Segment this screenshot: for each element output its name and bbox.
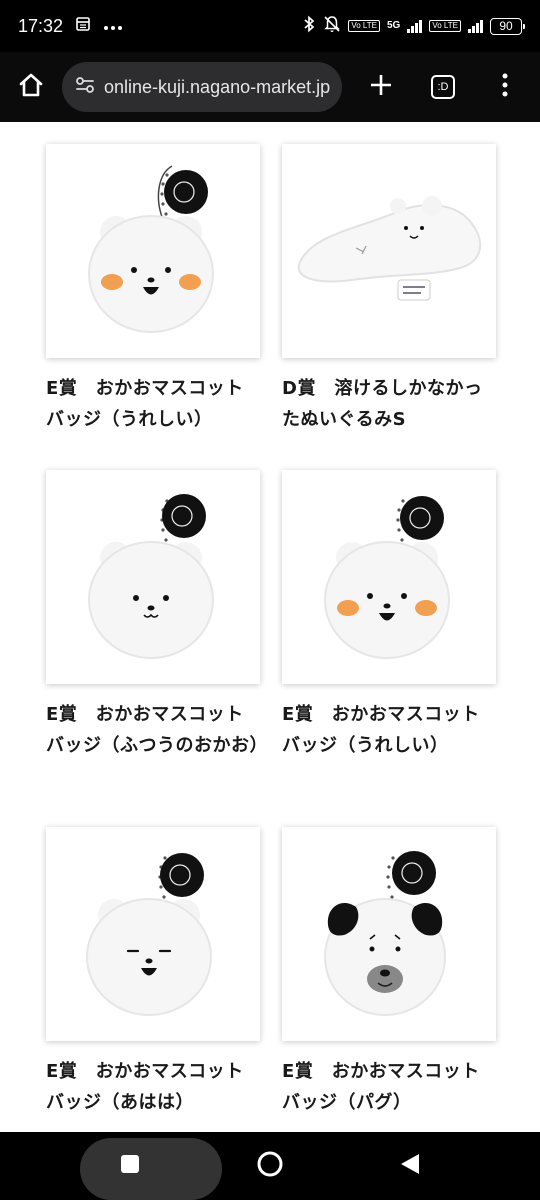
product-card[interactable]: E賞 おかおマスコットバッジ（パグ） — [282, 827, 496, 1118]
site-settings-icon[interactable] — [74, 74, 96, 100]
silent-bell-icon — [323, 15, 341, 38]
volte-badge-2: Vo LTE — [429, 20, 461, 32]
new-tab-plus-icon — [369, 73, 393, 101]
bear-face-normal-mascot-icon — [88, 494, 214, 659]
new-tab-button[interactable] — [350, 56, 412, 118]
product-card[interactable]: E賞 おかおマスコットバッジ（うれしい） — [282, 470, 496, 761]
product-title[interactable]: E賞 おかおマスコットバッジ（あはは） — [46, 1056, 260, 1118]
system-home-button[interactable] — [240, 1136, 300, 1196]
back-triangle-icon — [399, 1152, 421, 1180]
product-image[interactable] — [46, 470, 260, 684]
product-card[interactable]: D賞 溶けるしかなかったぬいぐるみS — [282, 144, 496, 435]
bear-face-happy-mascot-icon — [324, 496, 450, 659]
product-image[interactable] — [282, 827, 496, 1041]
network-type: 5G — [387, 20, 401, 31]
status-time: 17:32 — [18, 15, 64, 36]
web-page: E賞 おかおマスコットバッジ（うれしい） D賞 溶けるしかなかったぬいぐるみS — [0, 122, 540, 1132]
product-card[interactable]: E賞 おかおマスコットバッジ（ふつうのおかお） — [46, 470, 268, 761]
volte-badge: Vo LTE — [348, 20, 380, 32]
calendar-icon — [75, 16, 91, 37]
system-nav-bar — [0, 1132, 540, 1200]
menu-button[interactable] — [474, 56, 536, 118]
recents-square-icon — [120, 1154, 140, 1178]
product-image[interactable] — [282, 470, 496, 684]
signal-icon-2 — [468, 19, 483, 33]
product-image[interactable] — [282, 144, 496, 358]
menu-kebab-icon — [502, 73, 508, 101]
product-card[interactable]: E賞 おかおマスコットバッジ（あはは） — [46, 827, 260, 1118]
back-button[interactable] — [380, 1136, 440, 1196]
tab-switcher-button[interactable]: :D — [412, 56, 474, 118]
home-icon — [17, 71, 45, 103]
tab-switcher-icon: :D — [431, 75, 455, 99]
product-title[interactable]: E賞 おかおマスコットバッジ（うれしい） — [46, 373, 260, 435]
product-image[interactable] — [46, 144, 260, 358]
recents-button[interactable] — [100, 1136, 160, 1196]
product-image[interactable] — [46, 827, 260, 1041]
bluetooth-icon — [302, 15, 316, 38]
url-bar[interactable]: online-kuji.nagano-market.jp — [62, 62, 342, 112]
more-dots-icon — [103, 16, 123, 36]
product-title[interactable]: E賞 おかおマスコットバッジ（ふつうのおかお） — [46, 699, 268, 761]
melted-bear-plush-icon — [297, 196, 481, 301]
product-title[interactable]: E賞 おかおマスコットバッジ（うれしい） — [282, 699, 496, 761]
bear-face-laughing-mascot-icon — [86, 853, 212, 1016]
url-text: online-kuji.nagano-market.jp — [104, 76, 331, 97]
browser-toolbar: online-kuji.nagano-market.jp :D — [0, 52, 540, 122]
product-card[interactable]: E賞 おかおマスコットバッジ（うれしい） — [46, 144, 260, 435]
product-title[interactable]: E賞 おかおマスコットバッジ（パグ） — [282, 1056, 496, 1118]
status-bar: 17:32 Vo LTE 5G Vo LTE 90 — [0, 0, 540, 52]
product-title[interactable]: D賞 溶けるしかなかったぬいぐるみS — [282, 373, 496, 435]
signal-icon — [407, 19, 423, 33]
battery-level: 90 — [499, 19, 513, 33]
bear-face-happy-mascot-icon — [88, 165, 214, 333]
home-button[interactable] — [0, 56, 62, 118]
home-circle-icon — [256, 1150, 284, 1182]
battery-icon: 90 — [490, 17, 525, 35]
pug-face-mascot-icon — [324, 851, 446, 1016]
